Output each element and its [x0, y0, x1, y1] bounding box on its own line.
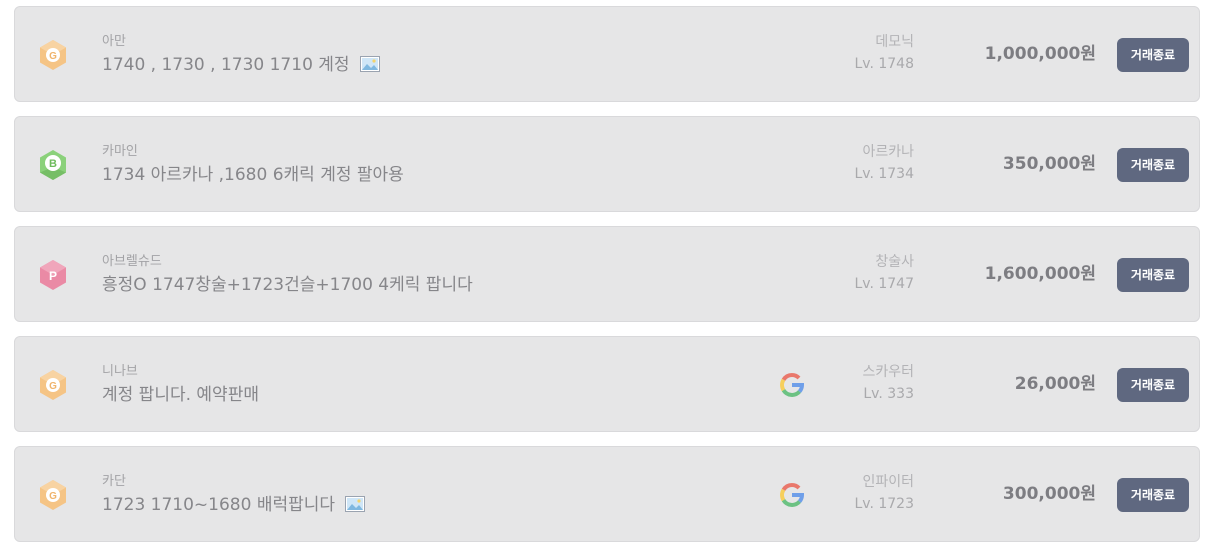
grade-g-icon: G [38, 369, 68, 401]
svg-text:G: G [49, 381, 57, 392]
class-name: 창술사 [875, 254, 914, 270]
listing-title[interactable]: 1740 , 1730 , 1730 1710 계정 [102, 54, 380, 78]
class-name: 스카우터 [862, 364, 914, 380]
listing-row[interactable]: G 카단 1723 1710~1680 배럭팝니다 인파이터 Lv. 1723 … [14, 446, 1200, 542]
listing-list: G 아만 1740 , 1730 , 1730 1710 계정 데모닉 Lv. … [0, 0, 1208, 553]
listing-title[interactable]: 흥정O 1747창술+1723건슬+1700 4케릭 팝니다 [102, 274, 473, 296]
server-name: 카단 [102, 474, 126, 489]
listing-row[interactable]: P 아브렐슈드 흥정O 1747창술+1723건슬+1700 4케릭 팝니다 창… [14, 226, 1200, 322]
grade-g-icon: G [38, 39, 68, 71]
price: 300,000원 [1002, 484, 1096, 504]
server-name: 아만 [102, 34, 126, 49]
listing-title[interactable]: 계정 팝니다. 예약판매 [102, 384, 259, 406]
character-level: Lv. 1748 [854, 56, 914, 72]
status-button[interactable]: 거래종료 [1117, 258, 1189, 292]
listing-row[interactable]: G 니나브 계정 팝니다. 예약판매 스카우터 Lv. 333 26,000원 … [14, 336, 1200, 432]
grade-g-icon: G [38, 479, 68, 511]
status-button[interactable]: 거래종료 [1117, 368, 1189, 402]
listing-text: 니나브 계정 팝니다. 예약판매 [102, 364, 259, 406]
svg-text:G: G [49, 51, 57, 62]
character-info: 데모닉 Lv. 1748 [854, 34, 914, 73]
grade-b-icon: B [38, 149, 68, 181]
listing-title-text[interactable]: 계정 팝니다. 예약판매 [102, 385, 259, 405]
character-level: Lv. 333 [863, 386, 914, 402]
character-level: Lv. 1734 [854, 166, 914, 182]
character-info: 인파이터 Lv. 1723 [854, 474, 914, 513]
google-icon [778, 371, 806, 399]
listing-text: 아만 1740 , 1730 , 1730 1710 계정 [102, 34, 380, 78]
listing-title-text[interactable]: 흥정O 1747창술+1723건슬+1700 4케릭 팝니다 [102, 275, 473, 295]
status-button[interactable]: 거래종료 [1117, 38, 1189, 72]
server-name: 아브렐슈드 [102, 254, 162, 269]
character-level: Lv. 1723 [854, 496, 914, 512]
svg-text:G: G [49, 491, 57, 502]
character-info: 아르카나 Lv. 1734 [854, 144, 914, 183]
listing-text: 카단 1723 1710~1680 배럭팝니다 [102, 474, 366, 518]
listing-title-text[interactable]: 1740 , 1730 , 1730 1710 계정 [102, 55, 350, 75]
status-button[interactable]: 거래종료 [1117, 148, 1189, 182]
svg-text:B: B [49, 158, 57, 170]
status-button[interactable]: 거래종료 [1117, 478, 1189, 512]
grade-p-icon: P [38, 259, 68, 291]
listing-text: 카마인 1734 아르카나 ,1680 6캐릭 계정 팔아용 [102, 144, 404, 186]
character-info: 스카우터 Lv. 333 [862, 364, 914, 403]
svg-text:P: P [49, 269, 57, 283]
listing-title-text[interactable]: 1734 아르카나 ,1680 6캐릭 계정 팔아용 [102, 165, 404, 185]
listing-title-text[interactable]: 1723 1710~1680 배럭팝니다 [102, 495, 335, 515]
google-icon [778, 481, 806, 509]
server-name: 니나브 [102, 364, 138, 379]
price: 1,600,000원 [984, 264, 1096, 284]
listing-row[interactable]: B 카마인 1734 아르카나 ,1680 6캐릭 계정 팔아용 아르카나 Lv… [14, 116, 1200, 212]
server-name: 카마인 [102, 144, 138, 159]
listing-row[interactable]: G 아만 1740 , 1730 , 1730 1710 계정 데모닉 Lv. … [14, 6, 1200, 102]
listing-text: 아브렐슈드 흥정O 1747창술+1723건슬+1700 4케릭 팝니다 [102, 254, 473, 296]
price: 350,000원 [1002, 154, 1096, 174]
image-icon [345, 496, 366, 518]
class-name: 아르카나 [862, 144, 914, 160]
image-icon [359, 56, 380, 78]
price: 26,000원 [1014, 374, 1096, 394]
character-info: 창술사 Lv. 1747 [854, 254, 914, 293]
listing-title[interactable]: 1723 1710~1680 배럭팝니다 [102, 494, 366, 518]
character-level: Lv. 1747 [854, 276, 914, 292]
class-name: 데모닉 [875, 34, 914, 50]
listing-title[interactable]: 1734 아르카나 ,1680 6캐릭 계정 팔아용 [102, 164, 404, 186]
class-name: 인파이터 [862, 474, 914, 490]
price: 1,000,000원 [984, 44, 1096, 64]
